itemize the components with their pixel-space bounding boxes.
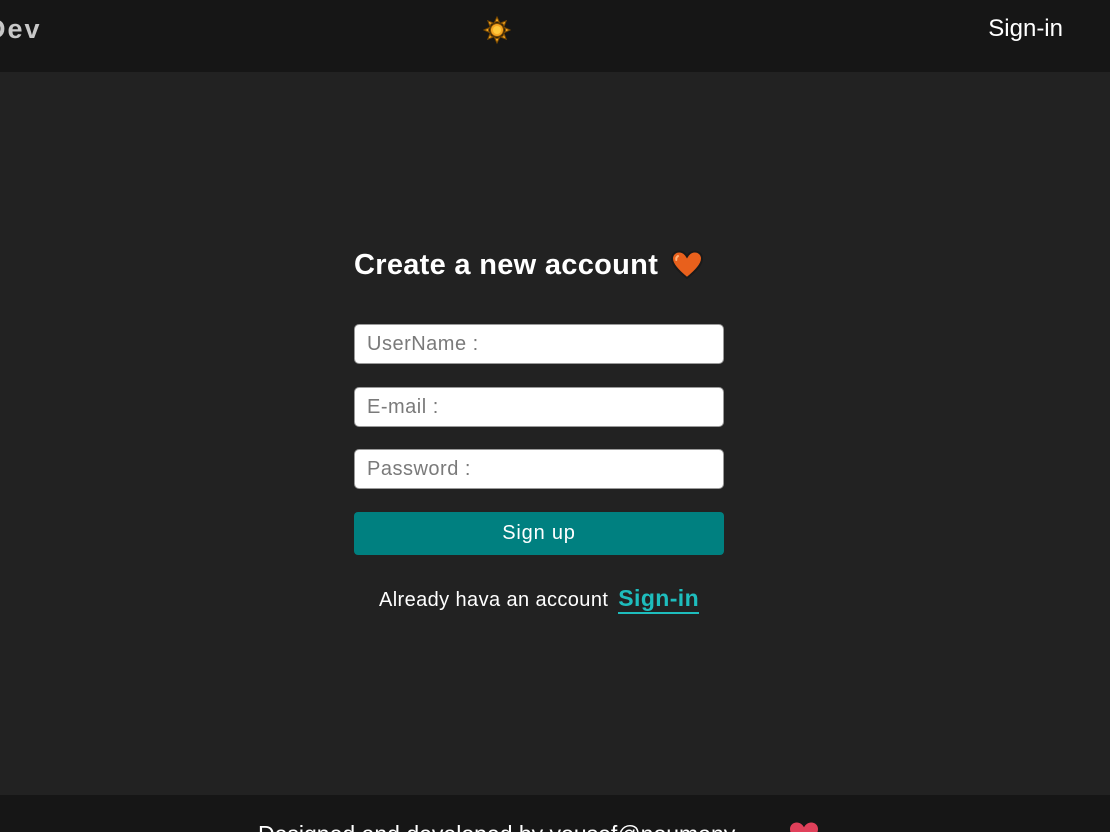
form-title-text: Create a new account [354, 248, 659, 281]
brand-logo[interactable]: Dev [0, 14, 40, 45]
signin-prompt-text: Already hava an account [378, 589, 609, 611]
heart-icon [671, 250, 704, 280]
footer: Designed and developed by yousef@noumany [0, 795, 1110, 832]
form-title: Create a new account [354, 245, 724, 285]
password-input[interactable] [354, 449, 724, 489]
theme-toggle-button[interactable] [482, 15, 512, 45]
sun-icon [483, 16, 511, 44]
nav-signin-link[interactable]: Sign-in [988, 15, 1063, 43]
brand-clip: Dev [0, 0, 40, 72]
signup-form: Create a new account Sign up Already hav… [354, 245, 724, 614]
heart-icon [789, 821, 819, 832]
email-input[interactable] [354, 387, 724, 427]
page: Dev Sign-in Create a [0, 0, 1110, 832]
signin-link[interactable]: Sign-in [618, 585, 700, 614]
signup-button[interactable]: Sign up [354, 512, 724, 555]
top-navbar: Dev Sign-in [0, 0, 1110, 72]
signin-prompt: Already hava an account Sign-in [354, 585, 724, 614]
footer-credit: Designed and developed by yousef@noumany [258, 821, 735, 832]
username-input[interactable] [354, 324, 724, 364]
